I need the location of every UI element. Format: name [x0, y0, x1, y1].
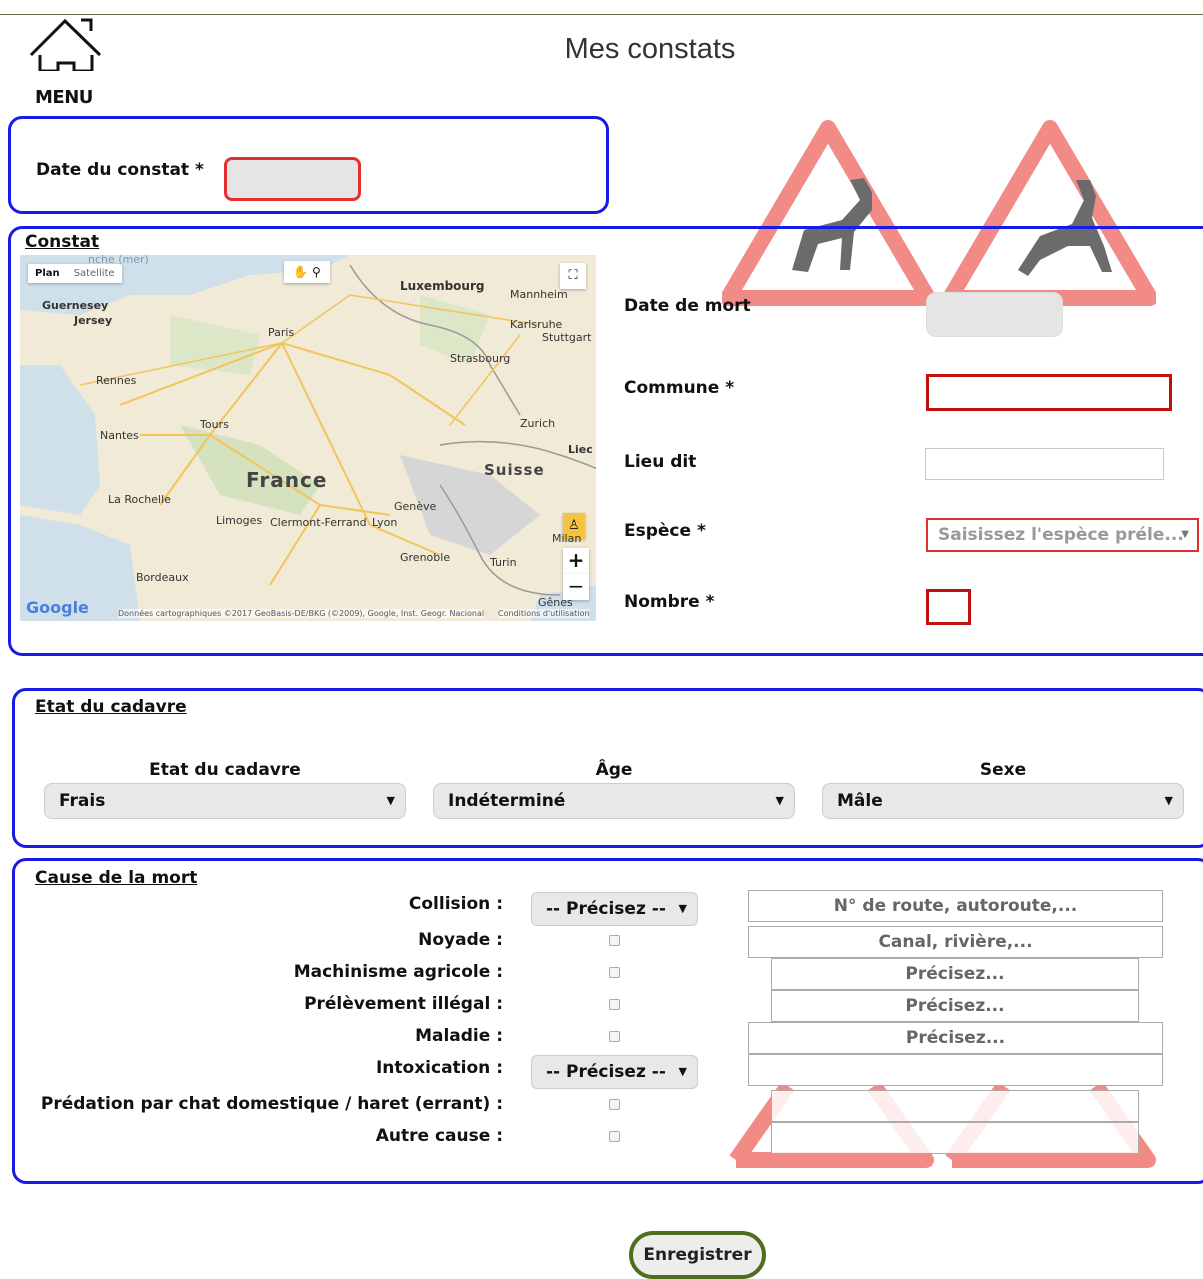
map-label: Lyon [372, 516, 398, 529]
map-label: Grenoble [400, 551, 451, 564]
map-attribution: Données cartographiques ©2017 GeoBasis-D… [118, 609, 485, 618]
map-label: Strasbourg [450, 352, 511, 365]
espece-label: Espèce * [624, 521, 706, 541]
espece-placeholder: Saisissez l'espèce préle... [938, 525, 1184, 545]
map-label: Zurich [520, 417, 556, 430]
menu-label[interactable]: MENU [35, 88, 93, 108]
intoxication-label: Intoxication : [375, 1058, 503, 1078]
sexe-label: Sexe [979, 760, 1027, 780]
map-label: Nantes [100, 429, 139, 442]
autre-label: Autre cause : [375, 1126, 503, 1146]
etat-section-title: Etat du cadavre [35, 697, 187, 717]
map-label: Paris [268, 326, 295, 339]
chevron-down-icon: ▼ [1181, 529, 1189, 540]
age-select[interactable]: Indéterminé ▼ [433, 783, 795, 819]
map-label: Bordeaux [136, 571, 189, 584]
sexe-select[interactable]: Mâle ▼ [822, 783, 1184, 819]
map-label: Mannheim [510, 288, 568, 301]
predation-details-input[interactable] [771, 1090, 1139, 1122]
intoxication-details-input[interactable] [748, 1054, 1163, 1086]
collision-label: Collision : [408, 894, 503, 914]
map-label: Karlsruhe [510, 318, 563, 331]
date-constat-label: Date du constat * [36, 160, 204, 180]
cause-section-title: Cause de la mort [35, 868, 198, 888]
map-label-country: France [246, 468, 328, 492]
prelevement-label: Prélèvement illégal : [304, 994, 503, 1014]
chevron-down-icon: ▼ [1164, 794, 1173, 807]
commune-label: Commune * [624, 378, 735, 398]
machinisme-label: Machinisme agricole : [293, 962, 503, 982]
date-mort-label: Date de mort [624, 296, 751, 316]
collision-select-value: -- Précisez -- [546, 899, 666, 919]
map-label: nche (mer) [88, 255, 149, 266]
maladie-details-input[interactable]: Précisez... [748, 1022, 1163, 1054]
collision-details-input[interactable]: N° de route, autoroute,... [748, 890, 1163, 922]
google-logo: Google [26, 598, 89, 617]
map-label: Tours [200, 418, 229, 431]
map-label: Clermont-Ferrand [270, 516, 367, 529]
nombre-label: Nombre * [624, 592, 715, 612]
maladie-label: Maladie : [415, 1026, 503, 1046]
save-button[interactable]: Enregistrer [629, 1231, 766, 1279]
chevron-down-icon: ▼ [386, 794, 395, 807]
location-map[interactable]: Plan Satellite ✋ ⚲ ⛶ ♙ + − nche (mer) Gu… [20, 255, 596, 621]
top-divider [0, 14, 1203, 15]
autre-checkbox[interactable] [609, 1131, 620, 1142]
predation-label: Prédation par chat domestique / haret (e… [40, 1094, 503, 1114]
prelevement-checkbox[interactable] [609, 999, 620, 1010]
predation-checkbox[interactable] [609, 1099, 620, 1110]
map-label: Jersey [74, 314, 113, 327]
fullscreen-icon[interactable]: ⛶ [560, 263, 586, 289]
noyade-label: Noyade : [418, 930, 503, 950]
prelevement-details-input[interactable]: Précisez... [771, 990, 1139, 1022]
chevron-down-icon: ▼ [678, 902, 687, 915]
machinisme-details-input[interactable]: Précisez... [771, 958, 1139, 990]
noyade-checkbox[interactable] [609, 935, 620, 946]
nombre-input[interactable] [926, 589, 971, 625]
chevron-down-icon: ▼ [678, 1065, 687, 1078]
map-label: Genève [394, 500, 437, 513]
etat-label: Etat du cadavre [149, 760, 301, 780]
map-label: Limoges [216, 514, 263, 527]
map-zoom-in-button[interactable]: + [563, 548, 589, 574]
map-label-country: Suisse [484, 461, 545, 479]
map-label: Milan [552, 532, 582, 545]
map-label: Turin [490, 556, 517, 569]
constat-section-title: Constat [25, 232, 100, 252]
map-label: Stuttgart [542, 331, 592, 344]
sexe-value: Mâle [837, 791, 883, 811]
autre-details-input[interactable] [771, 1122, 1139, 1154]
map-marker-icon[interactable]: ⚲ [312, 265, 321, 279]
intoxication-select-value: -- Précisez -- [546, 1062, 666, 1082]
date-constat-input[interactable] [224, 157, 361, 201]
map-type-satellite[interactable]: Satellite [67, 264, 122, 283]
map-label: Luxembourg [400, 279, 485, 293]
age-value: Indéterminé [448, 791, 566, 811]
map-label: Guernesey [42, 299, 109, 312]
chevron-down-icon: ▼ [775, 794, 784, 807]
pan-hand-icon[interactable]: ✋ [293, 265, 308, 279]
noyade-details-input[interactable]: Canal, rivière,... [748, 926, 1163, 958]
map-type-plan[interactable]: Plan [28, 264, 67, 283]
map-label: La Rochelle [108, 493, 171, 506]
collision-select[interactable]: -- Précisez -- ▼ [531, 892, 698, 926]
date-mort-input[interactable] [926, 292, 1063, 337]
map-terms-link[interactable]: Conditions d'utilisation [498, 609, 590, 618]
machinisme-checkbox[interactable] [609, 967, 620, 978]
page-title: Mes constats [564, 33, 736, 65]
map-label: Liec [568, 443, 593, 456]
map-tools: ✋ ⚲ [284, 261, 330, 283]
map-label: Rennes [96, 374, 137, 387]
commune-input[interactable] [926, 374, 1172, 411]
age-label: Âge [595, 760, 633, 780]
etat-value: Frais [59, 791, 106, 811]
intoxication-select[interactable]: -- Précisez -- ▼ [531, 1055, 698, 1089]
lieu-dit-label: Lieu dit [624, 452, 697, 472]
maladie-checkbox[interactable] [609, 1031, 620, 1042]
etat-select[interactable]: Frais ▼ [44, 783, 406, 819]
lieu-dit-input[interactable] [925, 448, 1164, 480]
map-type-toggle: Plan Satellite [28, 264, 122, 283]
espece-select[interactable]: Saisissez l'espèce préle... ▼ [926, 518, 1199, 552]
map-label: Gênes [538, 596, 573, 609]
